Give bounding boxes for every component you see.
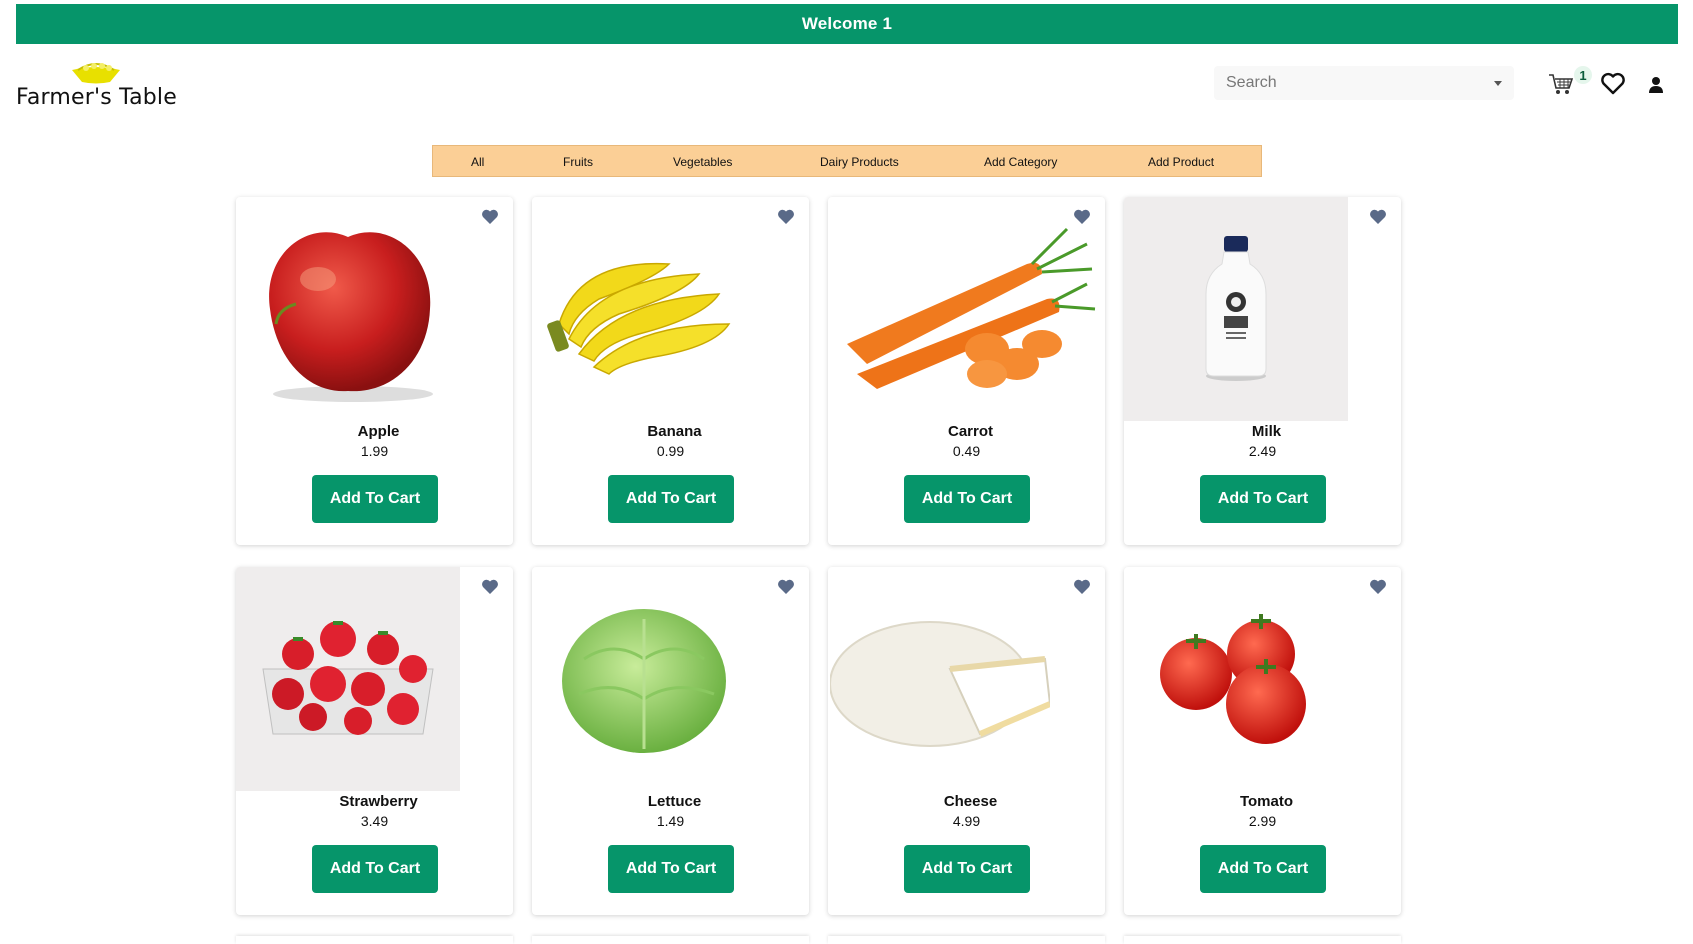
favorite-heart-icon[interactable] [1369,579,1387,600]
favorite-heart-icon[interactable] [1073,209,1091,230]
cart-count-badge: 1 [1574,66,1592,84]
welcome-text: Welcome 1 [801,14,893,33]
product-name: Banana [647,423,702,440]
carrot-image [828,197,1105,421]
product-name: Lettuce [647,793,702,810]
banana-image [532,197,756,421]
cart-button[interactable]: 1 [1548,66,1592,100]
product-price: 1.99 [360,443,389,459]
product-card-partial [236,936,513,944]
category-dairy-products[interactable]: Dairy Products [820,155,899,169]
welcome-banner: Welcome 1 [16,4,1678,44]
add-category-link[interactable]: Add Category [984,155,1057,169]
product-name: Tomato [1239,793,1294,810]
strawberry-image [236,567,460,791]
add-to-cart-button[interactable]: Add To Cart [1200,475,1326,523]
header-icons: 1 [1548,66,1678,106]
milk-bottle-image [1124,197,1348,421]
category-fruits[interactable]: Fruits [563,155,593,169]
product-card-partial [828,936,1105,944]
cart-icon [1549,74,1574,94]
add-product-link[interactable]: Add Product [1148,155,1214,169]
chevron-down-icon[interactable] [1494,80,1502,86]
logo[interactable]: Farmer's Table [14,60,184,112]
favorite-heart-icon[interactable] [481,579,499,600]
add-to-cart-button[interactable]: Add To Cart [1200,845,1326,893]
heart-outline-icon [1601,72,1625,95]
cheese-image [828,567,1052,791]
tomato-image [1124,567,1348,791]
add-to-cart-button[interactable]: Add To Cart [312,475,438,523]
favorite-heart-icon[interactable] [1369,209,1387,230]
add-to-cart-button[interactable]: Add To Cart [904,845,1030,893]
favorite-heart-icon[interactable] [777,579,795,600]
add-to-cart-button[interactable]: Add To Cart [608,475,734,523]
product-card: Apple 1.99 Add To Cart [236,197,513,545]
product-name: Cheese [943,793,998,810]
category-nav: All Fruits Vegetables Dairy Products Add… [432,145,1262,177]
lettuce-image [532,567,756,791]
add-to-cart-button[interactable]: Add To Cart [904,475,1030,523]
category-vegetables[interactable]: Vegetables [673,155,732,169]
search-input[interactable] [1226,74,1494,92]
favorite-heart-icon[interactable] [777,209,795,230]
product-card: Lettuce 1.49 Add To Cart [532,567,809,915]
product-card: Tomato 2.99 Add To Cart [1124,567,1401,915]
product-price: 2.49 [1248,443,1277,459]
logo-text: Farmer's Table [16,85,177,110]
product-price: 0.49 [952,443,981,459]
product-card-partial [532,936,809,944]
wishlist-button[interactable] [1600,72,1626,101]
basket-logo-icon [72,63,120,84]
product-card-partial [1124,936,1401,944]
product-card: Cheese 4.99 Add To Cart [828,567,1105,915]
apple-image [236,197,460,421]
product-name: Carrot [947,423,993,440]
product-name: Strawberry [339,793,418,810]
user-icon [1649,77,1663,93]
product-price: 0.99 [656,443,685,459]
product-card: Milk 2.49 Add To Cart [1124,197,1401,545]
product-price: 4.99 [952,813,981,829]
category-all[interactable]: All [471,155,484,169]
product-name: Milk [1251,423,1282,440]
search-box[interactable] [1214,66,1514,100]
add-to-cart-button[interactable]: Add To Cart [312,845,438,893]
product-card: Banana 0.99 Add To Cart [532,197,809,545]
product-price: 1.49 [656,813,685,829]
add-to-cart-button[interactable]: Add To Cart [608,845,734,893]
product-name: Apple [357,423,400,440]
favorite-heart-icon[interactable] [1073,579,1091,600]
product-card: Strawberry 3.49 Add To Cart [236,567,513,915]
account-button[interactable] [1648,76,1664,99]
product-card: Carrot 0.49 Add To Cart [828,197,1105,545]
favorite-heart-icon[interactable] [481,209,499,230]
product-price: 3.49 [360,813,389,829]
product-price: 2.99 [1248,813,1277,829]
